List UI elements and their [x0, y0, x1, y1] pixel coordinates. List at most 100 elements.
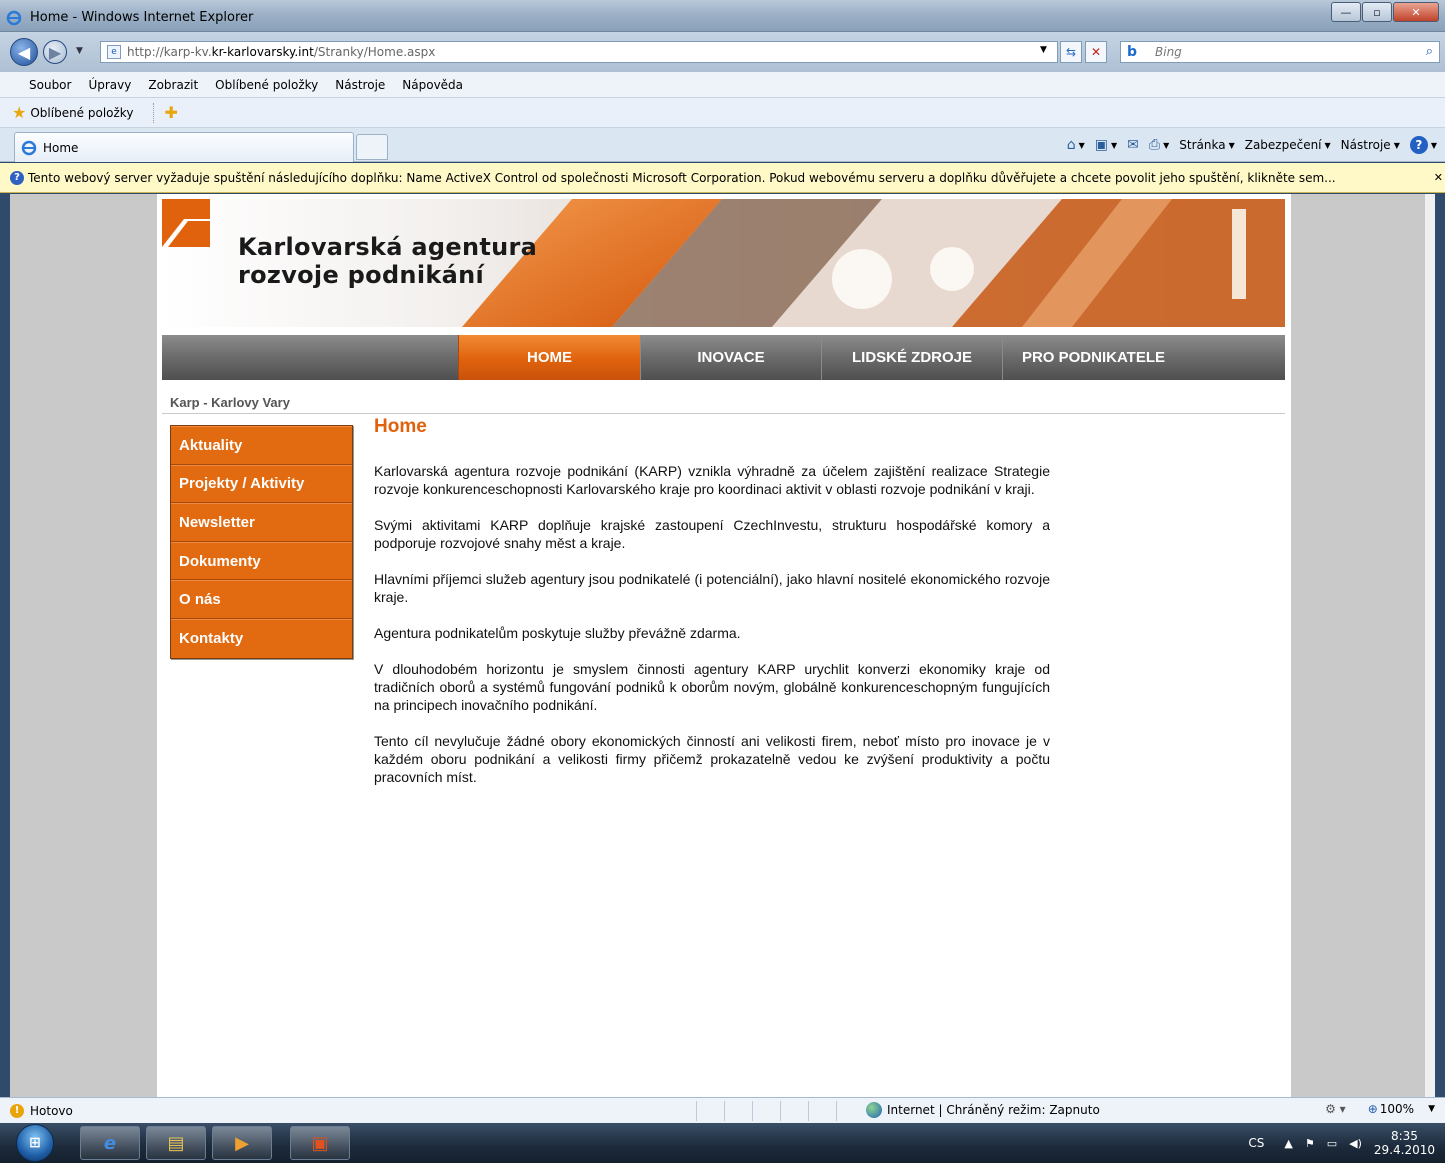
- menu-favorites[interactable]: Oblíbené položky: [206, 78, 326, 92]
- stop-button[interactable]: ✕: [1085, 41, 1107, 63]
- close-window-button[interactable]: ✕: [1393, 2, 1439, 22]
- menu-edit[interactable]: Úpravy: [79, 78, 139, 92]
- menu-tools[interactable]: Nástroje: [326, 78, 393, 92]
- page-menu-label: Stránka: [1179, 138, 1226, 152]
- rss-icon: ▣: [1094, 137, 1108, 153]
- search-placeholder: Bing: [1155, 45, 1182, 59]
- help-icon: ?: [1409, 136, 1428, 154]
- menu-bar: Soubor Úpravy Zobrazit Oblíbené položky …: [0, 72, 1445, 98]
- refresh-button[interactable]: ⇆: [1060, 41, 1082, 63]
- ie-tab-icon: [21, 140, 37, 155]
- search-input[interactable]: b Bing ⌕: [1120, 41, 1440, 63]
- chevron-down-icon[interactable]: ▼: [1428, 1104, 1435, 1114]
- tools-menu[interactable]: Nástroje ▼: [1341, 138, 1400, 152]
- search-icon[interactable]: ⌕: [1426, 44, 1433, 59]
- zoom-control[interactable]: ⚙ ▾ ⊕ 100% ▼: [1325, 1102, 1435, 1116]
- favorites-divider: [153, 102, 155, 123]
- status-divider: [836, 1101, 837, 1121]
- information-bar[interactable]: ? Tento webový server vyžaduje spuštění …: [0, 163, 1445, 193]
- sidebar-item-o-nas[interactable]: O nás: [171, 580, 352, 619]
- start-button[interactable]: ⊞: [6, 1124, 64, 1162]
- stop-icon: ✕: [1090, 45, 1102, 59]
- favorites-bar: ★ Oblíbené položky ✚: [0, 98, 1445, 128]
- url-prefix: http://karp-kv.: [127, 45, 212, 59]
- new-tab-button[interactable]: [356, 134, 388, 160]
- nav-home[interactable]: HOME: [458, 335, 640, 380]
- taskbar-media-player[interactable]: ▶: [212, 1126, 272, 1160]
- sidebar-item-kontakty[interactable]: Kontakty: [171, 618, 352, 658]
- status-bar: ! Hotovo Internet | Chráněný režim: Zapn…: [0, 1097, 1445, 1123]
- mail-button[interactable]: ✉: [1127, 137, 1139, 153]
- command-bar: ⌂ ▼ ▣ ▼ ✉ ⎙ ▼ Stránka ▼ Zabezpečení ▼ Nástroj…: [1057, 136, 1437, 154]
- taskbar-powerpoint[interactable]: ▣: [290, 1126, 350, 1160]
- nav-lidske-zdroje[interactable]: LIDSKÉ ZDROJE: [821, 335, 1002, 380]
- sidebar-item-dokumenty[interactable]: Dokumenty: [171, 541, 352, 581]
- content-paragraph: Agentura podnikatelům poskytuje služby p…: [374, 625, 741, 641]
- info-icon: ?: [10, 170, 24, 185]
- taskbar-file-explorer[interactable]: ▤: [146, 1126, 206, 1160]
- clock[interactable]: 8:35 29.4.2010: [1374, 1129, 1435, 1157]
- window-title: Home - Windows Internet Explorer: [30, 10, 254, 25]
- status-divider: [808, 1101, 809, 1121]
- chevron-down-icon: ▼: [1228, 140, 1235, 150]
- home-button[interactable]: ⌂ ▼: [1067, 137, 1085, 153]
- tab-title: Home: [43, 140, 79, 155]
- warning-icon[interactable]: !: [10, 1103, 24, 1118]
- web-page: Karlovarská agentura rozvoje podnikání H…: [157, 194, 1291, 1097]
- globe-icon: [866, 1102, 882, 1118]
- show-hidden-icons-icon[interactable]: ▲: [1284, 1137, 1292, 1150]
- add-favorite-icon[interactable]: ✚: [164, 103, 177, 122]
- chevron-down-icon: ▼: [1393, 140, 1400, 150]
- tab-home[interactable]: Home: [14, 132, 354, 162]
- security-menu[interactable]: Zabezpečení ▼: [1245, 138, 1331, 152]
- url-input[interactable]: e http://karp-kv. kr-karlovarsky.int/Stra…: [100, 41, 1058, 63]
- favorites-star-icon[interactable]: ★: [12, 103, 26, 122]
- taskbar-internet-explorer[interactable]: e: [80, 1126, 140, 1160]
- vertical-scrollbar[interactable]: [1425, 194, 1435, 1097]
- windows-taskbar: ⊞ e ▤ ▶ ▣ CS ▲ ⚑ ▭ ◀) 8:35 29.4.2010: [0, 1123, 1445, 1163]
- help-button[interactable]: ? ▼: [1409, 136, 1437, 154]
- minimize-button[interactable]: —: [1331, 2, 1361, 22]
- url-dropdown-icon[interactable]: ▼: [1040, 45, 1047, 55]
- menu-file[interactable]: Soubor: [20, 78, 79, 92]
- action-center-flag-icon[interactable]: ⚑: [1305, 1137, 1315, 1150]
- volume-icon[interactable]: ◀): [1349, 1137, 1362, 1150]
- page-icon: e: [107, 45, 121, 59]
- tab-bar: Home ⌂ ▼ ▣ ▼ ✉ ⎙ ▼ Stránka ▼ Zabezpečení ▼ Ná…: [0, 128, 1445, 162]
- feeds-button[interactable]: ▣ ▼: [1095, 137, 1117, 153]
- zoom-icon: ⊕: [1367, 1102, 1378, 1116]
- maximize-button[interactable]: ▫: [1362, 2, 1392, 22]
- close-icon[interactable]: ✕: [1434, 171, 1443, 184]
- bing-icon: b: [1127, 44, 1138, 60]
- sidebar-item-projekty[interactable]: Projekty / Aktivity: [171, 464, 352, 504]
- forward-button[interactable]: ▶: [43, 40, 67, 64]
- network-icon[interactable]: ▭: [1327, 1137, 1337, 1150]
- nav-pro-podnikatele[interactable]: PRO PODNIKATELE: [1002, 335, 1184, 380]
- favorites-button-label[interactable]: Oblíbené položky: [30, 106, 133, 120]
- ie-icon: e: [103, 1132, 117, 1154]
- clock-date: 29.4.2010: [1373, 1143, 1435, 1157]
- sidebar-item-aktuality[interactable]: Aktuality: [171, 426, 352, 465]
- chevron-down-icon: ▼: [1163, 140, 1170, 150]
- nav-inovace[interactable]: INOVACE: [640, 335, 821, 380]
- sidebar-item-newsletter[interactable]: Newsletter: [171, 503, 352, 542]
- site-banner: Karlovarská agentura rozvoje podnikání: [162, 199, 1285, 327]
- address-bar: ◀ ▶ ▼ e http://karp-kv. kr-karlovarsky.in…: [0, 32, 1445, 72]
- chevron-down-icon: ▼: [1324, 140, 1331, 150]
- security-zone-text: Internet | Chráněný režim: Zapnuto: [887, 1103, 1100, 1117]
- popup-blocker-icon[interactable]: ⚙ ▾: [1325, 1102, 1346, 1116]
- home-icon: ⌂: [1066, 137, 1076, 153]
- menu-help[interactable]: Nápověda: [393, 78, 471, 92]
- powerpoint-icon: ▣: [311, 1132, 329, 1154]
- browser-viewport: Karlovarská agentura rozvoje podnikání H…: [10, 194, 1435, 1097]
- breadcrumb: Karp - Karlovy Vary: [170, 395, 290, 410]
- history-dropdown-icon[interactable]: ▼: [76, 46, 83, 56]
- language-indicator[interactable]: CS: [1248, 1136, 1264, 1150]
- print-button[interactable]: ⎙ ▼: [1149, 137, 1169, 153]
- page-menu[interactable]: Stránka ▼: [1179, 138, 1234, 152]
- menu-view[interactable]: Zobrazit: [139, 78, 206, 92]
- logo-line-2: rozvoje podnikání: [238, 261, 485, 289]
- back-button[interactable]: ◀: [10, 38, 38, 66]
- url-path: /Stranky/Home.aspx: [313, 45, 436, 59]
- security-zone[interactable]: Internet | Chráněný režim: Zapnuto: [866, 1102, 1100, 1118]
